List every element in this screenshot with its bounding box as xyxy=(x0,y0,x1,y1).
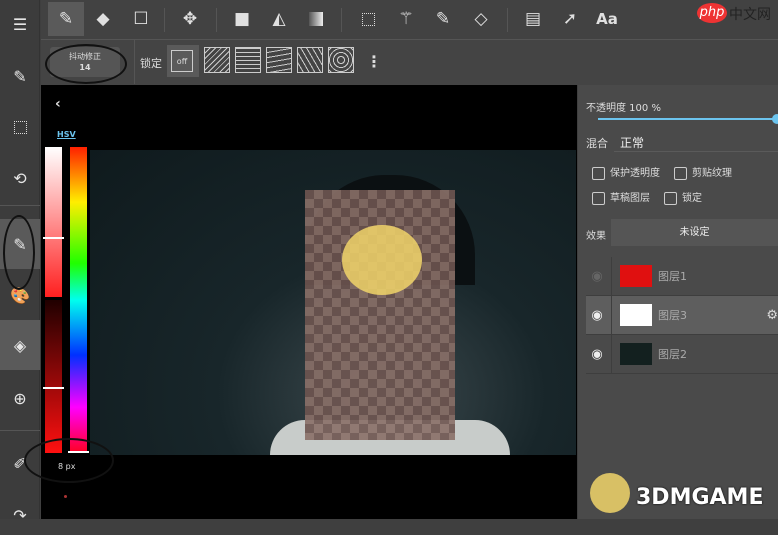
color-mode-label[interactable]: HSV xyxy=(57,130,76,139)
effect-button[interactable]: 未设定 xyxy=(611,219,778,246)
pointer-icon[interactable]: ➚ xyxy=(552,2,588,36)
protect-alpha-checkbox[interactable]: 保护透明度 xyxy=(592,164,660,180)
collapse-icon[interactable]: ‹ xyxy=(55,96,61,112)
layer-name: 图层1 xyxy=(658,270,687,283)
bucket-icon[interactable]: ◭ xyxy=(261,2,297,36)
value-handle[interactable] xyxy=(43,387,64,389)
pen-tool-icon[interactable]: ✎ xyxy=(48,2,84,36)
game-watermark: 3DMGAME xyxy=(636,485,764,510)
hue-slider[interactable] xyxy=(70,147,87,453)
top-toolbar: ✎ ◆ ☐ ✥ ■ ◭ ⚚ ✎ ◇ ▤ ➚ Aa xyxy=(41,0,778,40)
layers-icon[interactable]: ◈ xyxy=(0,320,40,370)
saturation-handle[interactable] xyxy=(43,237,64,239)
blend-label: 混合 xyxy=(586,137,608,150)
lock-off-icon: off xyxy=(171,50,193,72)
menu-icon[interactable]: ☰ xyxy=(0,4,40,44)
edit-layer-icon[interactable]: ✎ xyxy=(0,56,40,96)
layer-row-selected[interactable]: ◉ 图层3 ⚙ xyxy=(586,296,778,335)
lock-lines-icon[interactable] xyxy=(266,47,292,73)
layer-name: 图层2 xyxy=(658,348,687,361)
opacity-slider[interactable] xyxy=(598,118,774,120)
canvas-image[interactable] xyxy=(90,150,576,455)
eye-icon[interactable]: ◉ xyxy=(586,347,608,362)
php-logo-text: 中文网 xyxy=(729,7,771,23)
selection-icon[interactable] xyxy=(0,107,40,147)
magic-wand-icon[interactable]: ⚚ xyxy=(388,2,424,36)
gradient-icon[interactable] xyxy=(298,2,334,36)
eye-icon[interactable]: ◉ xyxy=(586,308,608,323)
annotation-circle xyxy=(45,44,127,84)
annotation-circle xyxy=(3,215,35,290)
fill-color-icon[interactable]: ■ xyxy=(224,2,260,36)
rectangle-tool-icon[interactable]: ☐ xyxy=(123,2,159,36)
layer-panel: 不透明度 100 % 混合 正常 保护透明度 剪贴纹理 草稿图层 锁定 效果 未… xyxy=(578,85,778,519)
rotate-icon[interactable]: ⟲ xyxy=(0,158,40,198)
text-tool-icon[interactable]: Aa xyxy=(589,2,625,36)
layer-row[interactable]: ◉ 图层1 xyxy=(586,257,778,296)
layer-name: 图层3 xyxy=(658,309,687,322)
effect-label: 效果 xyxy=(586,231,606,242)
saturation-slider[interactable] xyxy=(45,147,62,297)
game-logo-mascot xyxy=(590,473,630,513)
eraser-tool-icon[interactable]: ◆ xyxy=(85,2,121,36)
annotation-circle xyxy=(24,438,114,483)
more-icon[interactable]: ⋮ xyxy=(366,52,382,71)
value-slider[interactable] xyxy=(45,300,62,453)
layer-thumbnail xyxy=(620,304,652,326)
move-tool-icon[interactable]: ✥ xyxy=(172,2,208,36)
draft-layer-checkbox[interactable]: 草稿图层 xyxy=(592,189,650,205)
layer-thumbnail xyxy=(620,265,652,287)
opacity-handle[interactable] xyxy=(772,114,778,124)
lock-label: 锁定 xyxy=(140,57,162,70)
select-rect-icon[interactable] xyxy=(350,2,386,36)
brush-preview xyxy=(64,495,67,498)
redo-icon[interactable]: ↷ xyxy=(0,495,40,535)
eye-icon[interactable]: ◉ xyxy=(586,269,608,284)
lock-checkbox[interactable]: 锁定 xyxy=(664,189,702,205)
panel-layout-icon[interactable]: ▤ xyxy=(515,2,551,36)
lock-circle-icon[interactable] xyxy=(328,47,354,73)
clipping-checkbox[interactable]: 剪贴纹理 xyxy=(674,164,732,180)
blend-select[interactable]: 正常 xyxy=(620,134,644,151)
php-logo: php xyxy=(697,3,727,23)
gear-icon[interactable]: ⚙ xyxy=(766,308,778,323)
layer-row[interactable]: ◉ 图层2 xyxy=(586,335,778,374)
lock-hatch-icon[interactable] xyxy=(204,47,230,73)
grid-icon[interactable]: ⊕ xyxy=(0,378,40,418)
lock-grid-icon[interactable] xyxy=(235,47,261,73)
select-eraser-icon[interactable]: ◇ xyxy=(463,2,499,36)
layer-thumbnail xyxy=(620,343,652,365)
select-pen-icon[interactable]: ✎ xyxy=(425,2,461,36)
lock-radial-icon[interactable] xyxy=(297,47,323,73)
opacity-label: 不透明度 100 % xyxy=(586,103,661,114)
